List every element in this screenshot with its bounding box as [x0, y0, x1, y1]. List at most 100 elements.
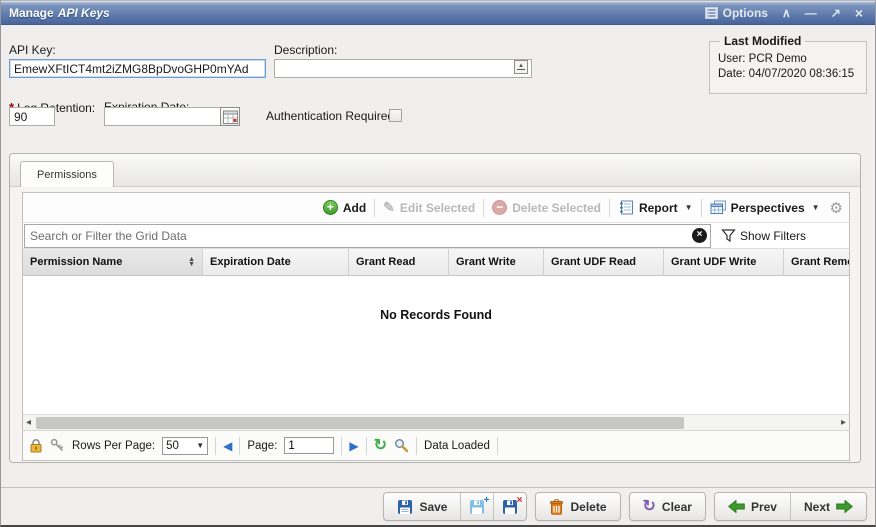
perspectives-button[interactable]: Perspectives ▼: [710, 200, 820, 215]
edit-selected-button[interactable]: ✎ Edit Selected: [383, 199, 475, 216]
options-label: Options: [723, 6, 768, 20]
toolbar-separator: [483, 199, 484, 217]
manage-api-keys-window: ManageAPI Keys Options ∧ — ↗ × API Key: …: [0, 0, 876, 527]
trash-icon: [549, 499, 564, 515]
calendar-icon: [223, 110, 238, 124]
api-key-input[interactable]: [9, 59, 266, 78]
search-magnifier-icon[interactable]: [394, 438, 409, 453]
wrench-icon[interactable]: [50, 438, 65, 453]
delete-button-group: Delete: [535, 492, 620, 521]
column-header-grant-remove[interactable]: Grant Remove: [784, 249, 849, 275]
save-and-new-button[interactable]: +: [460, 493, 493, 520]
clear-icon: ↻: [643, 499, 656, 515]
auth-required-checkbox[interactable]: [389, 109, 402, 122]
rows-per-page-label: Rows Per Page:: [72, 440, 155, 452]
add-button[interactable]: + Add: [323, 200, 366, 215]
collapse-icon[interactable]: ∧: [782, 7, 791, 19]
permissions-grid: + Add ✎ Edit Selected − Delete Selected …: [22, 192, 850, 461]
clear-button-group: ↻ Clear: [629, 492, 706, 521]
save-and-new-icon: +: [469, 499, 485, 515]
footer-separator: [497, 437, 498, 455]
page-next-icon[interactable]: ▶: [349, 439, 358, 453]
bottom-action-bar: Save + × Delete ↻: [1, 488, 875, 525]
delete-selected-icon: −: [492, 200, 507, 215]
toolbar-separator: [609, 199, 610, 217]
filter-funnel-icon: [721, 228, 736, 243]
sort-icon: ▲▼: [182, 257, 195, 267]
footer-separator: [215, 437, 216, 455]
grid-header-row: Permission Name ▲▼ Expiration Date Grant…: [23, 249, 849, 276]
grid-body: No Records Found: [23, 276, 849, 414]
grid-toolbar: + Add ✎ Edit Selected − Delete Selected …: [23, 193, 849, 223]
column-header-grant-udf-write[interactable]: Grant UDF Write: [664, 249, 784, 275]
permissions-panel: Permissions + Add ✎ Edit Selected − Dele…: [9, 153, 861, 463]
search-clear-icon[interactable]: ×: [692, 228, 707, 243]
minimize-icon[interactable]: —: [805, 7, 817, 19]
footer-separator: [341, 437, 342, 455]
options-button[interactable]: Options: [705, 6, 768, 20]
tab-permissions[interactable]: Permissions: [20, 161, 114, 187]
popout-icon[interactable]: ↗: [831, 7, 841, 19]
status-text: Data Loaded: [424, 440, 490, 452]
delete-button[interactable]: Delete: [536, 493, 619, 520]
column-header-permission-name[interactable]: Permission Name ▲▼: [23, 249, 203, 275]
lock-icon[interactable]: [29, 438, 43, 453]
prev-arrow-icon: [728, 500, 745, 513]
search-input[interactable]: [24, 224, 711, 248]
column-header-expiration-date[interactable]: Expiration Date: [203, 249, 349, 275]
toolbar-separator: [701, 199, 702, 217]
grid-search-row: × Show Filters: [23, 223, 849, 249]
close-icon[interactable]: ×: [855, 7, 863, 19]
api-key-label: API Key:: [9, 43, 56, 57]
save-and-close-icon: ×: [502, 499, 518, 515]
perspectives-icon: [710, 200, 726, 215]
chevron-down-icon: ▼: [812, 203, 820, 212]
add-icon: +: [323, 200, 338, 215]
report-icon: [618, 200, 634, 215]
clear-button[interactable]: ↻ Clear: [630, 493, 705, 520]
window-title-prefix: Manage: [9, 6, 54, 20]
page-prev-icon[interactable]: ◀: [223, 439, 232, 453]
gear-icon[interactable]: ⚙: [830, 199, 843, 217]
refresh-icon[interactable]: ↻: [374, 438, 387, 454]
report-button[interactable]: Report ▼: [618, 200, 693, 215]
tab-strip: Permissions: [10, 154, 860, 187]
prev-button[interactable]: Prev: [715, 493, 790, 520]
log-retention-input[interactable]: [9, 107, 55, 126]
save-floppy-icon: [397, 499, 413, 515]
title-bar[interactable]: Manage API Keys Options ∧ — ↗ ×: [1, 1, 875, 25]
edit-icon: ✎: [383, 199, 395, 216]
page-label: Page:: [247, 440, 277, 452]
scrollbar-left-arrow[interactable]: ◂: [26, 417, 31, 429]
description-label: Description:: [274, 43, 337, 57]
expiration-date-input[interactable]: [104, 107, 221, 126]
description-input[interactable]: [274, 59, 532, 78]
column-header-grant-read[interactable]: Grant Read: [349, 249, 449, 275]
chevron-down-icon: ▼: [196, 441, 204, 450]
description-expand-icon[interactable]: ▲: [514, 60, 528, 74]
page-input[interactable]: [284, 437, 334, 454]
save-button-group: Save + ×: [383, 492, 527, 521]
rows-per-page-select[interactable]: 50 ▼: [162, 437, 208, 455]
calendar-button[interactable]: [220, 107, 240, 126]
last-modified-date: Date: 04/07/2020 08:36:15: [718, 68, 858, 80]
delete-selected-button[interactable]: − Delete Selected: [492, 200, 601, 215]
next-button[interactable]: Next: [790, 493, 866, 520]
save-button[interactable]: Save: [384, 493, 460, 520]
save-and-close-button[interactable]: ×: [493, 493, 526, 520]
toolbar-separator: [374, 199, 375, 217]
column-header-grant-udf-read[interactable]: Grant UDF Read: [544, 249, 664, 275]
column-header-grant-write[interactable]: Grant Write: [449, 249, 544, 275]
scrollbar-right-arrow[interactable]: ▸: [841, 417, 846, 429]
horizontal-scrollbar[interactable]: ◂ ▸: [23, 414, 849, 430]
footer-separator: [239, 437, 240, 455]
show-filters-button[interactable]: Show Filters: [721, 228, 806, 243]
grid-footer: Rows Per Page: 50 ▼ ◀ Page: ▶ ↻ Data Loa…: [23, 430, 849, 460]
scrollbar-thumb[interactable]: [36, 417, 684, 429]
last-modified-user: User: PCR Demo: [718, 53, 858, 65]
prev-next-button-group: Prev Next: [714, 492, 867, 521]
footer-separator: [416, 437, 417, 455]
auth-required-label: Authentication Required:: [266, 109, 397, 123]
empty-message: No Records Found: [23, 308, 849, 322]
window-title-emph: API Keys: [58, 6, 110, 20]
